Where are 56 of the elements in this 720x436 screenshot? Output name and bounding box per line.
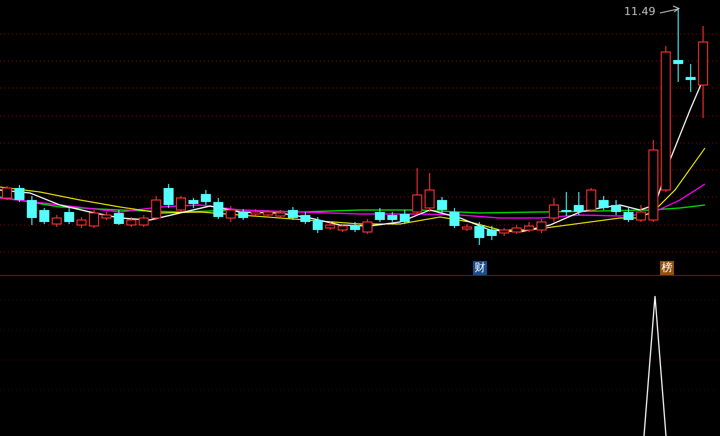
candlestick <box>300 212 310 224</box>
candlestick <box>312 216 323 234</box>
candlestick <box>499 228 510 236</box>
candlestick <box>574 192 584 216</box>
candlestick <box>52 214 62 228</box>
candlestick <box>114 210 124 226</box>
candlestick <box>686 64 696 92</box>
candlestick <box>338 224 348 232</box>
candlestick <box>486 226 497 240</box>
candlestick <box>598 196 609 210</box>
candlestick <box>138 214 149 228</box>
candlestick <box>26 196 37 226</box>
candlestick <box>200 190 211 206</box>
candlestick <box>362 218 372 234</box>
candlestick <box>64 208 74 224</box>
candlestick <box>126 216 136 228</box>
candlestick <box>474 222 484 246</box>
leader-line <box>660 6 680 14</box>
candlestick <box>350 222 360 232</box>
candlestick <box>400 210 410 224</box>
candlestick <box>561 192 572 216</box>
candlestick <box>89 210 99 228</box>
candlestick <box>263 210 274 218</box>
candlestick <box>76 216 87 228</box>
candlestick <box>226 206 236 222</box>
price-high-label: 11.49 <box>624 5 656 19</box>
candlestick <box>176 196 186 212</box>
candlestick <box>213 198 224 220</box>
candlestick <box>325 222 336 230</box>
candlestick <box>412 168 422 216</box>
candlestick <box>288 206 298 220</box>
candlestick <box>39 208 50 224</box>
candlestick <box>524 222 534 232</box>
candlestick <box>250 208 261 216</box>
candlestick <box>636 204 646 222</box>
candlestick <box>188 198 198 208</box>
candlestick <box>164 184 174 208</box>
event-marker[interactable]: 榜 <box>660 261 674 275</box>
candlestick <box>462 224 472 232</box>
candlestick <box>512 224 522 234</box>
candlestick <box>624 208 634 222</box>
candlestick <box>586 188 596 212</box>
candlestick <box>101 212 112 220</box>
candlestick <box>548 198 559 222</box>
candlestick <box>238 208 248 220</box>
candlestick <box>275 210 286 218</box>
candlestick <box>424 172 435 212</box>
candlestick <box>611 200 622 216</box>
candlestick <box>374 208 385 222</box>
candlestick <box>536 218 546 234</box>
candlestick <box>151 196 162 220</box>
candlestick <box>449 208 460 228</box>
event-marker[interactable]: 财 <box>473 261 487 275</box>
candlestick <box>437 196 448 214</box>
candlestick <box>387 212 398 222</box>
candlestick <box>14 184 24 202</box>
